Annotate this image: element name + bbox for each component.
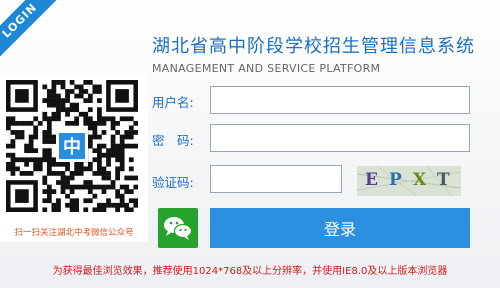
- captcha-image[interactable]: E P X T: [357, 166, 461, 196]
- qr-code-icon: 中: [6, 80, 138, 212]
- login-button[interactable]: 登录: [210, 208, 470, 248]
- password-label: 密 码:: [152, 133, 194, 148]
- captcha-char: T: [437, 170, 450, 190]
- qr-caption: 扫一扫关注湖北中考微信公众号: [14, 228, 134, 238]
- username-label: 用户名:: [152, 95, 194, 110]
- password-input[interactable]: [210, 124, 470, 152]
- wechat-button[interactable]: [158, 208, 198, 248]
- captcha-char: X: [413, 170, 427, 190]
- captcha-label: 验证码:: [152, 175, 194, 190]
- qr-panel: 中 扫一扫关注湖北中考微信公众号: [0, 74, 148, 242]
- system-title: 湖北省高中阶段学校招生管理信息系统: [152, 36, 475, 57]
- wechat-icon: [164, 217, 193, 240]
- svg-text:中: 中: [63, 136, 81, 158]
- captcha-char: E: [365, 170, 378, 190]
- captcha-char: P: [389, 170, 402, 190]
- captcha-input[interactable]: [210, 165, 342, 193]
- username-input[interactable]: [210, 86, 470, 114]
- system-subtitle: MANAGEMENT AND SERVICE PLATFORM: [152, 62, 381, 75]
- browser-notice: 为获得最佳浏览效果，推荐使用1024*768及以上分辨率，并使用IE8.0及以上…: [52, 266, 448, 277]
